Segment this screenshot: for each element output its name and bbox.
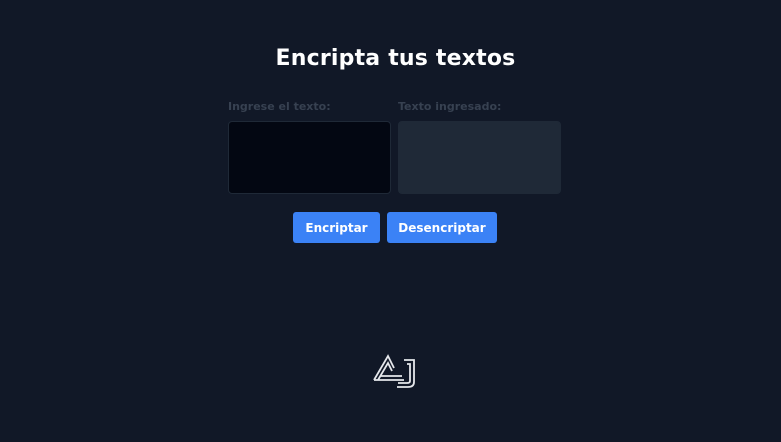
app-page: Encripta tus textos Ingrese el texto: Te… [0, 0, 781, 442]
encrypt-button[interactable]: Encriptar [293, 212, 380, 243]
decrypt-button[interactable]: Desencriptar [387, 212, 497, 243]
page-title: Encripta tus textos [275, 46, 516, 71]
aj-logo-icon [373, 354, 415, 388]
input-label: Ingrese el texto: [228, 100, 331, 113]
text-output[interactable] [398, 121, 561, 194]
text-input[interactable] [228, 121, 391, 194]
output-label: Texto ingresado: [398, 100, 502, 113]
